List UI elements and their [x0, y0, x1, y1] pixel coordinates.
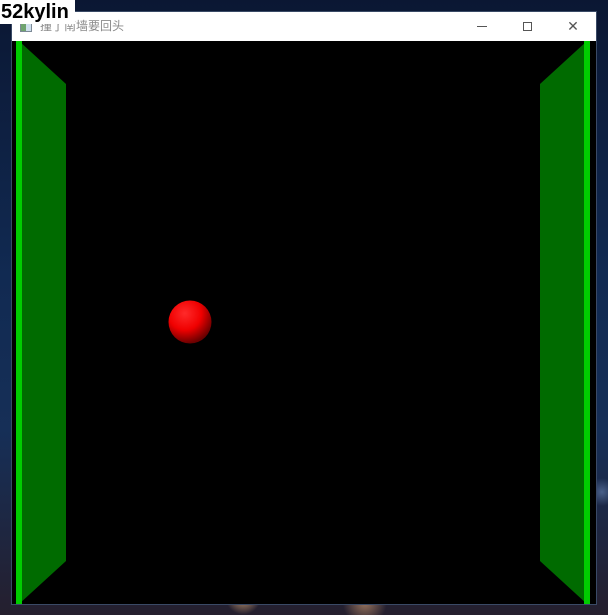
close-icon: ✕: [567, 18, 579, 35]
scene-svg: [12, 41, 596, 604]
title-bar[interactable]: 撞了南墙要回头 ✕: [12, 12, 596, 41]
maximize-icon: [522, 22, 532, 31]
watermark-label: 52kylin: [0, 0, 75, 24]
scene-background: [12, 41, 596, 604]
maximize-button[interactable]: [504, 12, 550, 41]
app-window: 撞了南墙要回头 ✕: [12, 12, 596, 604]
right-wall-edge: [584, 41, 590, 604]
left-wall-edge: [16, 41, 22, 604]
game-canvas[interactable]: [12, 41, 596, 604]
minimize-button[interactable]: [459, 12, 505, 41]
close-button[interactable]: ✕: [550, 12, 596, 41]
red-ball: [168, 300, 212, 344]
left-wall: [19, 41, 66, 604]
right-wall: [540, 41, 587, 604]
minimize-icon: [477, 26, 487, 27]
